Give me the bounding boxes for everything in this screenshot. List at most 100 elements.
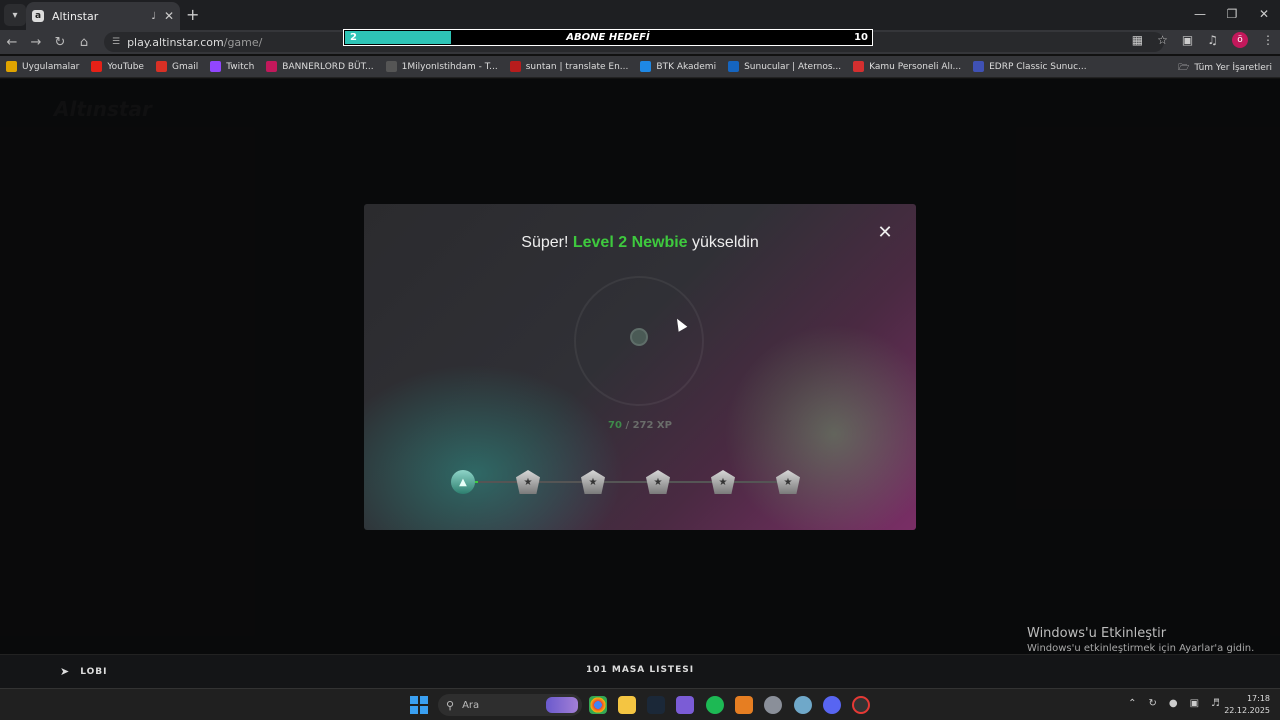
site-info-icon[interactable]: ☰ <box>112 37 120 47</box>
xp-progress-text: 70 / 272 XP <box>364 420 916 431</box>
bookmark-label: Kamu Personeli Alı... <box>869 61 962 72</box>
network-app-icon[interactable] <box>794 696 812 714</box>
game-bottom-bar: ➤ LOBI 101 MASA LISTESI <box>0 654 1280 688</box>
bookmark-item[interactable]: Sunucular | Aternos... <box>728 61 841 72</box>
bookmark-favicon-icon <box>6 61 17 72</box>
tab-search-menu-button[interactable]: ▾ <box>4 4 26 26</box>
bookmark-item[interactable]: 1MilyonIstihdam - T... <box>385 61 498 72</box>
tray-overflow-icon[interactable]: ⌃ <box>1128 698 1136 709</box>
bookmark-item[interactable]: EDRP Classic Sunuc... <box>973 61 1087 72</box>
url-path: /game/ <box>223 35 263 49</box>
bookmark-favicon-icon <box>973 61 985 72</box>
windows-taskbar: ⚲ Ara ⌃ ↻ ● ▣ ♬ 17:18 22.12.2025 <box>0 688 1280 720</box>
minimize-icon[interactable]: — <box>1184 0 1216 30</box>
bookmark-label: Twitch <box>226 61 255 72</box>
bookmark-label: YouTube <box>107 61 144 72</box>
rank-3-icon: ★ <box>578 468 608 496</box>
watermark-title: Windows'u Etkinleştir <box>1027 626 1167 641</box>
taskbar-clock[interactable]: 17:18 22.12.2025 <box>1224 693 1270 717</box>
close-tab-icon[interactable]: ✕ <box>164 9 174 23</box>
rank-badge-shape: ★ <box>581 470 605 494</box>
bookmark-label: EDRP Classic Sunuc... <box>989 61 1087 72</box>
bookmark-item[interactable]: Gmail <box>155 61 198 72</box>
bookmark-item[interactable]: suntan | translate En... <box>509 61 629 72</box>
visual-studio-icon[interactable] <box>676 696 694 714</box>
bookmark-item[interactable]: Kamu Personeli Alı... <box>853 61 961 72</box>
new-tab-button[interactable]: + <box>186 5 199 24</box>
search-icon: ⚲ <box>446 698 455 712</box>
modal-glow-teal <box>364 364 624 530</box>
back-arrow-icon[interactable]: ← <box>0 35 24 50</box>
reload-icon[interactable]: ↻ <box>48 35 72 50</box>
window-controls: — ❐ ✕ <box>1184 0 1280 30</box>
microphone-icon[interactable]: ● <box>1169 698 1178 709</box>
app-a-icon[interactable] <box>735 696 753 714</box>
browser-tab-active[interactable]: a Altinstar ♩ ✕ <box>26 2 180 30</box>
system-tray: ⌃ ↻ ● ▣ ♬ <box>1128 698 1220 709</box>
toolbar-actions: ▦ ☆ ▣ ♫ ö ⋮ <box>1132 32 1274 48</box>
bookmark-item[interactable]: YouTube <box>91 61 144 72</box>
display-icon[interactable]: ▣ <box>1190 698 1199 709</box>
bookmarks-bar: Uygulamalar YouTube Gmail Twitch BANNERLORD … <box>0 56 1280 78</box>
bookmark-favicon-icon <box>640 61 652 72</box>
extensions-icon[interactable]: ▣ <box>1182 33 1193 47</box>
bookmark-favicon-icon <box>210 61 222 72</box>
bookmark-label: suntan | translate En... <box>525 61 629 72</box>
discord-icon[interactable] <box>823 696 841 714</box>
github-icon[interactable] <box>852 696 870 714</box>
bookmark-item[interactable]: Uygulamalar <box>6 61 79 72</box>
spotify-icon[interactable] <box>706 696 724 714</box>
rank-6-icon: ★ <box>773 468 803 496</box>
windows-activation-watermark: Windows'u Etkinleştir Windows'u etkinleş… <box>1027 626 1254 654</box>
profile-avatar[interactable]: ö <box>1232 32 1248 48</box>
clock-time: 17:18 <box>1246 694 1270 703</box>
game-page: Altınstar ✕ Süper! Level 2 Newbie yüksel… <box>0 79 1280 654</box>
volume-icon[interactable]: ♬ <box>1211 698 1220 709</box>
table-list-button[interactable]: 101 MASA LISTESI <box>0 665 1280 675</box>
rank-4-icon: ★ <box>643 468 673 496</box>
settings-gear-icon[interactable] <box>764 696 782 714</box>
browser-menu-icon[interactable]: ⋮ <box>1262 33 1274 47</box>
bookmark-label: BTK Akademi <box>656 61 717 72</box>
forward-arrow-icon[interactable]: → <box>24 35 48 50</box>
bookmark-favicon-icon <box>385 61 397 72</box>
bookmark-favicon-icon <box>155 61 167 72</box>
windows-start-icon[interactable] <box>410 696 428 714</box>
watermark-subtitle: Windows'u etkinleştirmek için Ayarlar'a … <box>1027 643 1255 654</box>
chrome-icon[interactable] <box>589 696 607 714</box>
headline-suffix: yükseldin <box>692 234 759 251</box>
sync-icon[interactable]: ↻ <box>1148 698 1156 709</box>
taskbar-search[interactable]: ⚲ Ara <box>438 694 582 716</box>
goal-label: ABONE HEDEFİ <box>566 32 650 43</box>
clock-date: 22.12.2025 <box>1224 706 1270 715</box>
translate-icon[interactable]: ▦ <box>1132 33 1143 47</box>
bookmark-item[interactable]: BANNERLORD BÜT... <box>266 61 374 72</box>
bookmark-favicon-icon <box>728 61 740 72</box>
folder-icon: 🗁 <box>1178 63 1190 73</box>
file-explorer-icon[interactable] <box>618 696 636 714</box>
all-bookmarks-button[interactable]: 🗁 Tüm Yer İşaretleri <box>1178 60 1272 76</box>
table-list-label: 101 MASA LISTESI <box>585 665 695 675</box>
level-up-modal: ✕ Süper! Level 2 Newbie yükseldin 70 / 2… <box>364 204 916 530</box>
rank-5-icon: ★ <box>708 468 738 496</box>
home-icon[interactable]: ⌂ <box>72 35 96 50</box>
steam-icon[interactable] <box>647 696 665 714</box>
bookmark-label: BANNERLORD BÜT... <box>282 61 374 72</box>
rank-badge-shape: ▲ <box>451 470 475 494</box>
bookmark-star-icon[interactable]: ☆ <box>1157 33 1168 47</box>
site-favicon-icon: a <box>32 10 44 22</box>
rank-badge-shape: ★ <box>776 470 800 494</box>
window-close-icon[interactable]: ✕ <box>1248 0 1280 30</box>
audio-playing-icon[interactable]: ♩ <box>151 11 156 22</box>
headline-prefix: Süper! <box>521 234 569 251</box>
maximize-icon[interactable]: ❐ <box>1216 0 1248 30</box>
bookmark-favicon-icon <box>91 61 103 72</box>
bookmark-label: 1MilyonIstihdam - T... <box>401 61 498 72</box>
tab-title: Altinstar <box>52 9 99 23</box>
bookmark-label: Uygulamalar <box>22 61 80 72</box>
bookmark-item[interactable]: BTK Akademi <box>640 61 716 72</box>
media-control-icon[interactable]: ♫ <box>1207 33 1218 47</box>
bookmark-favicon-icon <box>266 61 278 72</box>
rank-track <box>462 481 792 483</box>
bookmark-item[interactable]: Twitch <box>210 61 254 72</box>
